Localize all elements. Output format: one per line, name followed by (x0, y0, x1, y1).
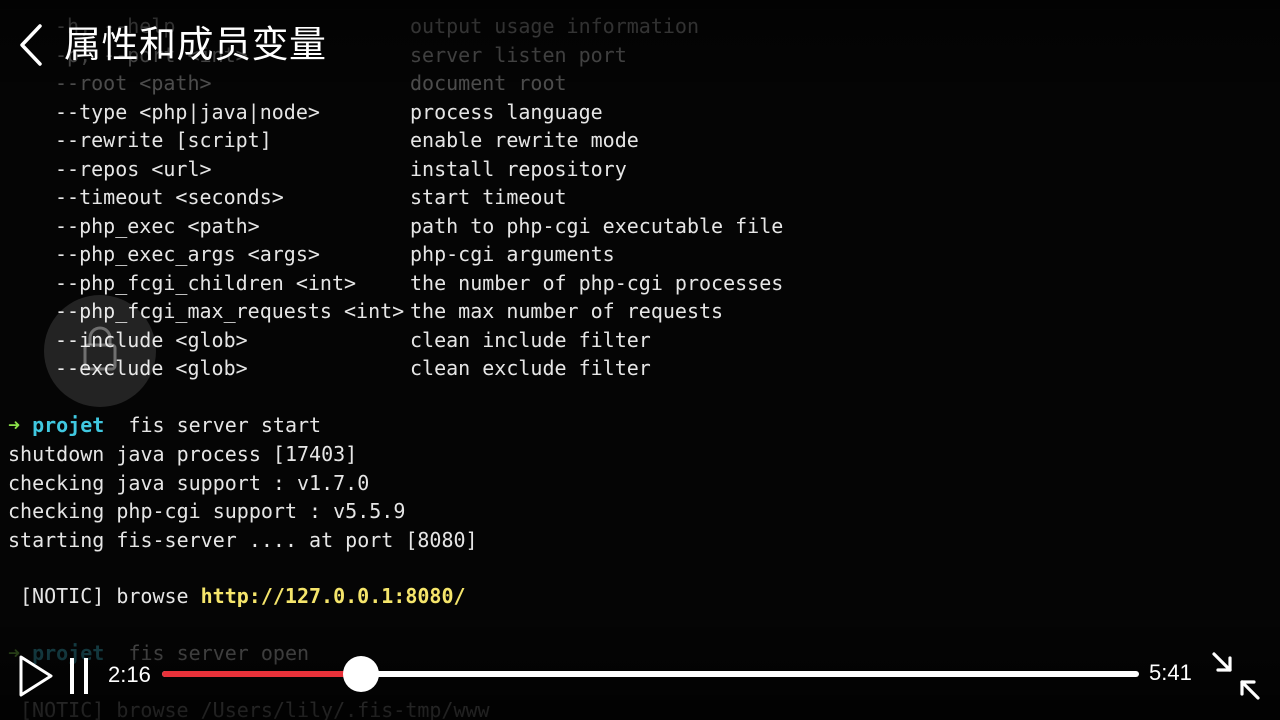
pause-icon (70, 658, 88, 694)
progress-thumb[interactable] (342, 656, 379, 692)
terminal-option-desc: start timeout (410, 185, 567, 209)
terminal-output-line: starting fis-server .... at port [8080] (8, 527, 478, 552)
total-time: 5:41 (1149, 660, 1192, 685)
terminal-option-desc: process language (410, 99, 603, 124)
play-button[interactable] (18, 654, 54, 698)
terminal-option-flag: --php_exec <path> (55, 213, 260, 238)
lock-watermark (44, 295, 156, 407)
progress-track[interactable] (162, 671, 1139, 677)
terminal-prompt-line: ➜ projet fis server start (8, 411, 321, 439)
prompt-command: fis server start (128, 413, 322, 437)
notice-prefix: [NOTIC] browse (20, 584, 189, 608)
terminal-option-flag: --php_exec_args <args> (55, 242, 320, 266)
terminal-option-desc: php-cgi arguments (410, 242, 615, 266)
terminal-option-desc: the number of php-cgi processes (410, 270, 784, 295)
back-button[interactable] (14, 22, 54, 68)
terminal-option-flag: --repos <url> (55, 156, 212, 181)
terminal-option-desc: clean exclude filter (410, 356, 651, 380)
exit-fullscreen-button[interactable] (1210, 650, 1262, 702)
video-frame[interactable]: -h, --helpoutput usage information-p, --… (0, 0, 1280, 720)
terminal-option-desc: path to php-cgi executable file (410, 213, 784, 238)
progress-fill (162, 671, 361, 677)
chevron-left-icon (20, 24, 42, 66)
terminal-option-desc: the max number of requests (410, 299, 724, 323)
lock-icon (83, 326, 117, 371)
current-time: 2:16 (108, 662, 151, 687)
prompt-dir: projet (32, 413, 105, 437)
notice-url: http://127.0.0.1:8080/ (200, 584, 466, 608)
terminal-output-line: checking php-cgi support : v5.5.9 (8, 499, 406, 523)
terminal-option-desc: clean include filter (410, 327, 651, 352)
terminal-option-desc: install repository (410, 156, 627, 181)
bottom-shade (0, 610, 1280, 720)
terminal-option-flag: --rewrite [script] (55, 128, 272, 152)
terminal-option-flag: --timeout <seconds> (55, 185, 284, 209)
terminal-option-flag: --php_fcgi_children <int> (55, 270, 357, 295)
terminal-option-flag: --type <php|java|node> (55, 99, 320, 124)
prompt-arrow: ➜ (8, 413, 21, 437)
terminal-output-line: checking java support : v1.7.0 (8, 470, 370, 495)
terminal-notice-line: [NOTIC] browse http://127.0.0.1:8080/ (20, 582, 466, 610)
exit-fullscreen-icon (1212, 652, 1260, 700)
play-icon (19, 655, 53, 697)
video-title: 属性和成员变量 (64, 24, 327, 65)
terminal-option-desc: enable rewrite mode (410, 128, 639, 152)
pause-button[interactable] (68, 656, 92, 696)
terminal-output-line: shutdown java process [17403] (8, 442, 358, 466)
